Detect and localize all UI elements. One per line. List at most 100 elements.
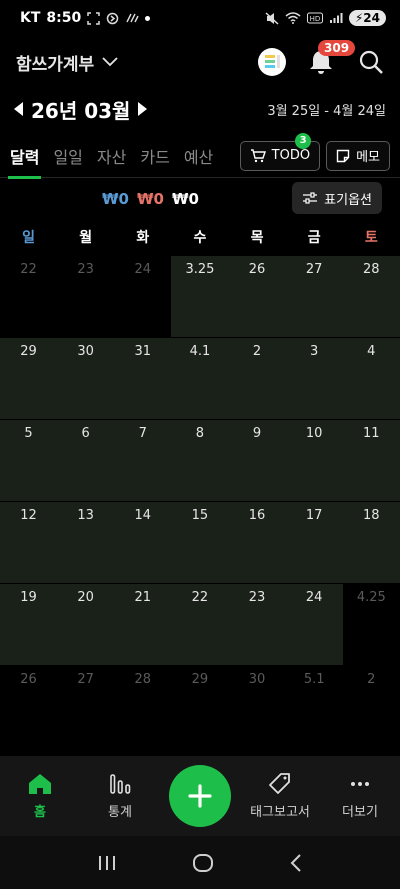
display-options-label: 표기옵션 — [324, 192, 372, 208]
back-icon[interactable] — [289, 853, 303, 873]
tab-card[interactable]: 카드 — [140, 134, 169, 178]
calendar-day[interactable]: 3 — [285, 338, 343, 419]
signal-icon — [329, 13, 343, 23]
weekday-wed: 수 — [193, 230, 207, 246]
calendar-day[interactable]: 26 — [0, 666, 57, 706]
weekday-header: 일 월 화 수 목 금 토 — [0, 224, 400, 252]
recent-apps-icon[interactable] — [97, 854, 117, 872]
calendar-day[interactable]: 30 — [57, 338, 115, 419]
display-options-button[interactable]: 표기옵션 — [292, 182, 382, 214]
calendar-day[interactable]: 26 — [228, 256, 286, 337]
day-number: 21 — [134, 590, 152, 605]
calendar-day[interactable]: 31 — [114, 338, 172, 419]
calendar-day[interactable]: 28 — [342, 256, 400, 337]
cart-icon — [250, 148, 266, 162]
calendar-day[interactable]: 30 — [229, 666, 286, 706]
day-number: 7 — [138, 426, 147, 441]
period-range: 3월 25일 - 4월 24일 — [267, 103, 386, 119]
nav-more[interactable]: 더보기 — [320, 773, 400, 820]
tab-budget[interactable]: 예산 — [184, 134, 213, 178]
calendar-day[interactable]: 29 — [0, 338, 58, 419]
calendar-day[interactable]: 14 — [114, 502, 172, 583]
day-number: 3.25 — [185, 262, 215, 277]
calendar-week: 22 23 24 3.25 26 27 28 — [0, 256, 400, 337]
tv-notification-icon — [126, 13, 139, 23]
calendar-week: 5 6 7 8 9 10 11 — [0, 420, 400, 501]
calendar-day[interactable]: 8 — [171, 420, 229, 501]
calendar-day[interactable]: 23 — [57, 256, 114, 337]
day-number: 20 — [77, 590, 94, 605]
calendar-day[interactable]: 2 — [343, 666, 400, 706]
calendar-day[interactable]: 22 — [171, 584, 229, 665]
calendar-day[interactable]: 24 — [114, 256, 171, 337]
memo-label: 메모 — [356, 150, 380, 165]
calendar-day[interactable]: 16 — [228, 502, 286, 583]
tab-assets[interactable]: 자산 — [97, 134, 126, 178]
calendar-day[interactable]: 5 — [0, 420, 58, 501]
calendar-day[interactable]: 19 — [0, 584, 58, 665]
plus-icon — [188, 784, 212, 808]
calendar-day[interactable]: 9 — [228, 420, 286, 501]
battery-level: 24 — [363, 11, 380, 25]
day-number: 6 — [81, 426, 90, 441]
nav-stats[interactable]: 통계 — [80, 773, 160, 820]
notifications-button[interactable]: 309 — [308, 40, 356, 76]
add-transaction-button[interactable] — [169, 765, 231, 827]
day-number: 13 — [77, 508, 94, 523]
search-icon[interactable] — [358, 49, 384, 75]
calendar-day[interactable]: 3.25 — [171, 256, 229, 337]
weekday-tue: 화 — [136, 230, 150, 246]
notification-badge: 309 — [318, 40, 356, 56]
calendar-day[interactable]: 10 — [285, 420, 343, 501]
month-label[interactable]: 26년 03월 — [31, 95, 130, 124]
nav-tag-report[interactable]: 태그보고서 — [240, 772, 320, 820]
day-number: 26 — [20, 672, 37, 687]
calendar-day[interactable]: 27 — [285, 256, 343, 337]
calendar-day[interactable]: 22 — [0, 256, 57, 337]
calendar-day[interactable]: 12 — [0, 502, 58, 583]
calendar-day[interactable]: 4.1 — [171, 338, 229, 419]
balance-total: ₩0 — [171, 190, 199, 208]
calendar-day[interactable]: 21 — [114, 584, 172, 665]
carrier-label: KT — [20, 10, 41, 26]
home-icon — [29, 773, 51, 794]
calendar-day[interactable]: 17 — [285, 502, 343, 583]
calendar-day[interactable]: 4 — [342, 338, 400, 419]
tab-calendar[interactable]: 달력 — [7, 134, 42, 179]
home-button-icon[interactable] — [192, 853, 214, 873]
calendar-day[interactable]: 11 — [342, 420, 400, 501]
day-number: 22 — [20, 262, 37, 277]
nav-home[interactable]: 홈 — [0, 773, 80, 820]
next-month-button[interactable] — [138, 102, 148, 116]
prev-month-button[interactable] — [14, 102, 23, 116]
book-selector[interactable]: 함쓰가계부 — [16, 50, 118, 75]
day-number: 2 — [367, 672, 376, 687]
calendar-day[interactable]: 2 — [228, 338, 286, 419]
tab-daily[interactable]: 일일 — [53, 134, 82, 178]
screenshot-icon — [87, 11, 100, 25]
profile-avatar[interactable] — [258, 48, 286, 76]
memo-button[interactable]: 메모 — [326, 140, 390, 171]
calendar-day[interactable]: 18 — [342, 502, 400, 583]
mute-icon — [265, 11, 279, 25]
calendar-day[interactable]: 7 — [114, 420, 172, 501]
weekday-thu: 목 — [250, 230, 264, 246]
day-number: 16 — [248, 508, 266, 523]
day-number: 4.25 — [356, 590, 386, 605]
calendar-day[interactable]: 5.1 — [286, 666, 343, 706]
income-total: ₩0 — [102, 190, 129, 208]
todo-button[interactable]: TODO 3 — [239, 132, 321, 171]
calendar-day[interactable]: 28 — [114, 666, 171, 706]
calendar-day[interactable]: 20 — [57, 584, 115, 665]
calendar-day[interactable]: 4.25 — [343, 584, 400, 665]
calendar-day[interactable]: 15 — [171, 502, 229, 583]
calendar-day[interactable]: 29 — [171, 666, 228, 706]
clock: 8:50 — [46, 10, 82, 26]
calendar-day[interactable]: 6 — [57, 420, 115, 501]
calendar-day[interactable]: 23 — [228, 584, 286, 665]
calendar-grid: 22 23 24 3.25 26 27 28 29 30 31 4.1 2 3 … — [0, 256, 400, 706]
calendar-day[interactable]: 27 — [57, 666, 114, 706]
app-header: 함쓰가계부 309 — [0, 40, 400, 84]
calendar-day[interactable]: 13 — [57, 502, 115, 583]
calendar-day[interactable]: 24 — [285, 584, 343, 665]
